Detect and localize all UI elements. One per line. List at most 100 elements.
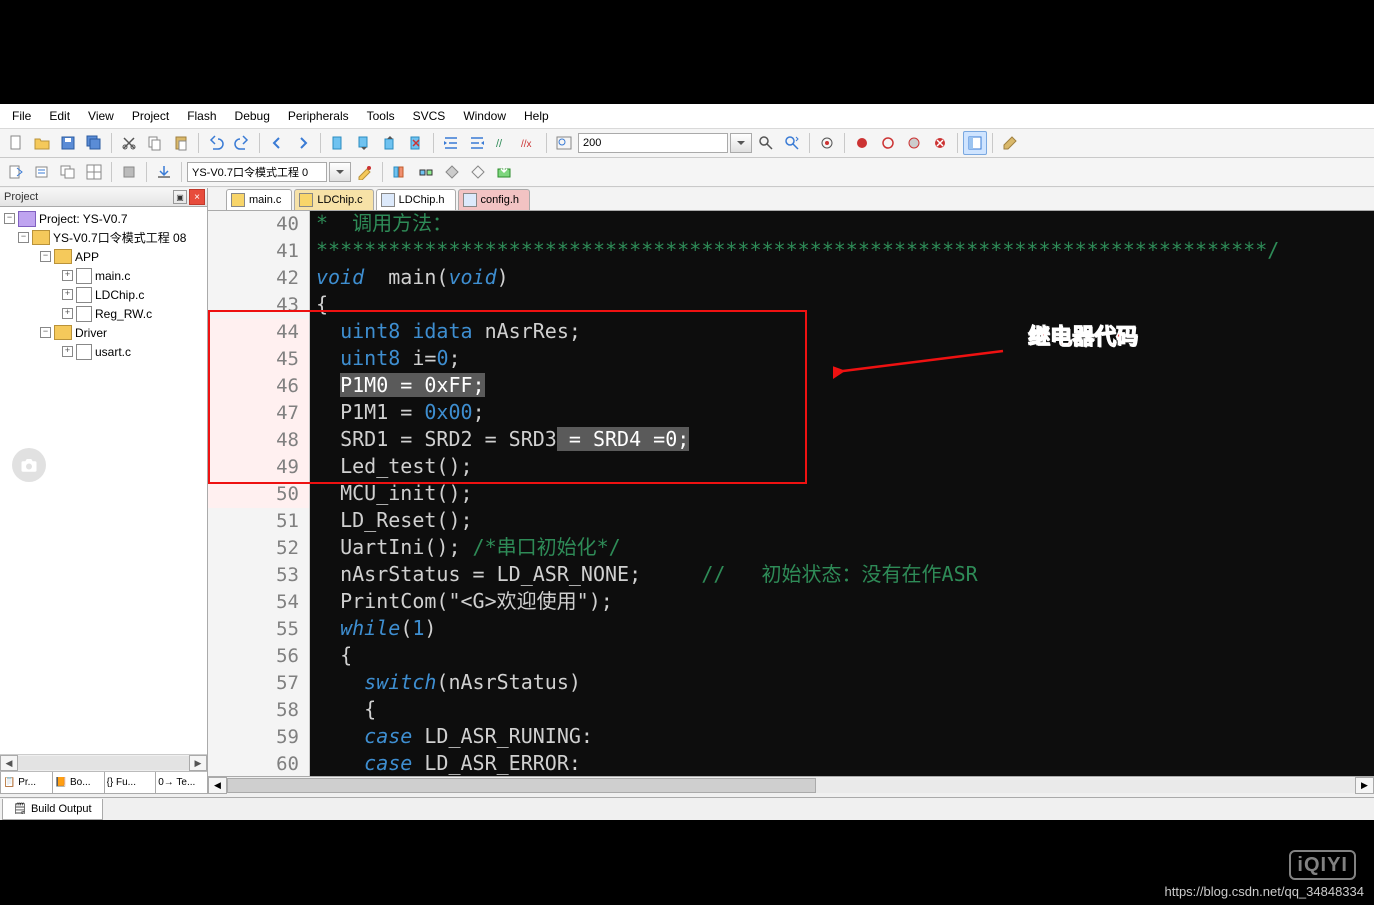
tab-ldchip-h[interactable]: LDChip.h: [376, 189, 456, 210]
h-file-icon: [381, 193, 395, 207]
cut-icon[interactable]: [117, 131, 141, 155]
bookmark-clear-icon[interactable]: [404, 131, 428, 155]
bookmark-toggle-icon[interactable]: [326, 131, 350, 155]
file-usart-c[interactable]: usart.c: [95, 345, 131, 359]
find-in-files-icon[interactable]: [754, 131, 778, 155]
tab-books[interactable]: 📙 Bo...: [52, 772, 105, 794]
new-file-icon[interactable]: [4, 131, 28, 155]
scroll-track[interactable]: [227, 778, 1355, 793]
menu-peripherals[interactable]: Peripherals: [280, 108, 357, 124]
expand-icon[interactable]: +: [62, 270, 73, 281]
screenshot-camera-icon[interactable]: [12, 448, 46, 482]
menu-help[interactable]: Help: [516, 108, 557, 124]
expand-icon[interactable]: +: [62, 289, 73, 300]
file-ldchip-c[interactable]: LDChip.c: [95, 288, 144, 302]
debug-start-icon[interactable]: [815, 131, 839, 155]
collapse-icon[interactable]: −: [4, 213, 15, 224]
pack-installer-icon[interactable]: [492, 160, 516, 184]
save-icon[interactable]: [56, 131, 80, 155]
menu-bar: File Edit View Project Flash Debug Perip…: [0, 104, 1374, 129]
tab-templates[interactable]: 0→ Te...: [155, 772, 208, 794]
save-all-icon[interactable]: [82, 131, 106, 155]
find-scope-icon[interactable]: [552, 131, 576, 155]
code-editor[interactable]: 40* 调用方法：41*****************************…: [208, 211, 1374, 776]
file-reg-rw-c[interactable]: Reg_RW.c: [95, 307, 152, 321]
bookmark-next-icon[interactable]: [378, 131, 402, 155]
undo-icon[interactable]: [204, 131, 228, 155]
tab-functions[interactable]: {} Fu...: [104, 772, 157, 794]
nav-back-icon[interactable]: [265, 131, 289, 155]
options-icon[interactable]: [353, 160, 377, 184]
collapse-icon[interactable]: −: [40, 327, 51, 338]
open-file-icon[interactable]: [30, 131, 54, 155]
close-icon[interactable]: ×: [189, 189, 205, 205]
tab-project[interactable]: 📋 Pr...: [0, 772, 53, 794]
bookmark-prev-icon[interactable]: [352, 131, 376, 155]
target-dropdown-icon[interactable]: [329, 162, 351, 182]
scroll-left-icon[interactable]: ◀: [208, 777, 227, 794]
breakpoint-disable-icon[interactable]: [902, 131, 926, 155]
build-icon[interactable]: [30, 160, 54, 184]
outdent-icon[interactable]: [465, 131, 489, 155]
menu-project[interactable]: Project: [124, 108, 177, 124]
copy-icon[interactable]: [143, 131, 167, 155]
menu-svcs[interactable]: SVCS: [405, 108, 454, 124]
translate-icon[interactable]: [4, 160, 28, 184]
manage-books-icon[interactable]: [388, 160, 412, 184]
batch-build-icon[interactable]: [82, 160, 106, 184]
rebuild-icon[interactable]: [56, 160, 80, 184]
nav-forward-icon[interactable]: [291, 131, 315, 155]
project-root-label[interactable]: Project: YS-V0.7: [39, 212, 128, 226]
scroll-thumb[interactable]: [227, 778, 816, 793]
c-file-icon: [76, 268, 92, 284]
project-hscroll[interactable]: ◀ ▶: [0, 754, 207, 771]
editor-hscroll[interactable]: ◀ ▶: [208, 776, 1374, 794]
expand-icon[interactable]: +: [62, 346, 73, 357]
breakpoint-insert-icon[interactable]: [850, 131, 874, 155]
collapse-icon[interactable]: −: [40, 251, 51, 262]
scroll-track[interactable]: [18, 756, 189, 770]
tab-build-output[interactable]: 🗒 Build Output: [2, 799, 103, 820]
incremental-find-icon[interactable]: [780, 131, 804, 155]
find-dropdown-icon[interactable]: [730, 133, 752, 153]
pin-icon[interactable]: ▣: [173, 190, 187, 204]
file-main-c[interactable]: main.c: [95, 269, 130, 283]
manage-components-icon[interactable]: [414, 160, 438, 184]
tab-label: LDChip.h: [399, 194, 445, 206]
tab-config-h[interactable]: config.h: [458, 189, 531, 210]
scroll-left-icon[interactable]: ◀: [0, 755, 18, 771]
scroll-right-icon[interactable]: ▶: [1355, 777, 1374, 794]
menu-view[interactable]: View: [80, 108, 122, 124]
tab-main-c[interactable]: main.c: [226, 189, 292, 210]
group-driver-label[interactable]: Driver: [75, 326, 107, 340]
select-packs-icon[interactable]: [466, 160, 490, 184]
indent-icon[interactable]: [439, 131, 463, 155]
output-tabs: 🗒 Build Output: [0, 797, 1374, 820]
find-input[interactable]: [578, 133, 728, 153]
scroll-right-icon[interactable]: ▶: [189, 755, 207, 771]
breakpoint-kill-icon[interactable]: [928, 131, 952, 155]
menu-edit[interactable]: Edit: [41, 108, 78, 124]
menu-file[interactable]: File: [4, 108, 39, 124]
expand-icon[interactable]: +: [62, 308, 73, 319]
target-select[interactable]: [187, 162, 327, 182]
tab-ldchip-c[interactable]: LDChip.c: [294, 189, 373, 210]
h-file-icon: [463, 193, 477, 207]
menu-tools[interactable]: Tools: [359, 108, 403, 124]
breakpoint-enable-icon[interactable]: [876, 131, 900, 155]
configure-icon[interactable]: [998, 131, 1022, 155]
paste-icon[interactable]: [169, 131, 193, 155]
manage-rtos-icon[interactable]: [440, 160, 464, 184]
download-icon[interactable]: [152, 160, 176, 184]
menu-window[interactable]: Window: [455, 108, 514, 124]
comment-icon[interactable]: //: [491, 131, 515, 155]
uncomment-icon[interactable]: //x: [517, 131, 541, 155]
target-label[interactable]: YS-V0.7口令模式工程 08: [53, 229, 186, 246]
collapse-icon[interactable]: −: [18, 232, 29, 243]
menu-debug[interactable]: Debug: [227, 108, 278, 124]
group-app-label[interactable]: APP: [75, 250, 99, 264]
menu-flash[interactable]: Flash: [179, 108, 224, 124]
redo-icon[interactable]: [230, 131, 254, 155]
stop-build-icon[interactable]: [117, 160, 141, 184]
window-layout-icon[interactable]: [963, 131, 987, 155]
